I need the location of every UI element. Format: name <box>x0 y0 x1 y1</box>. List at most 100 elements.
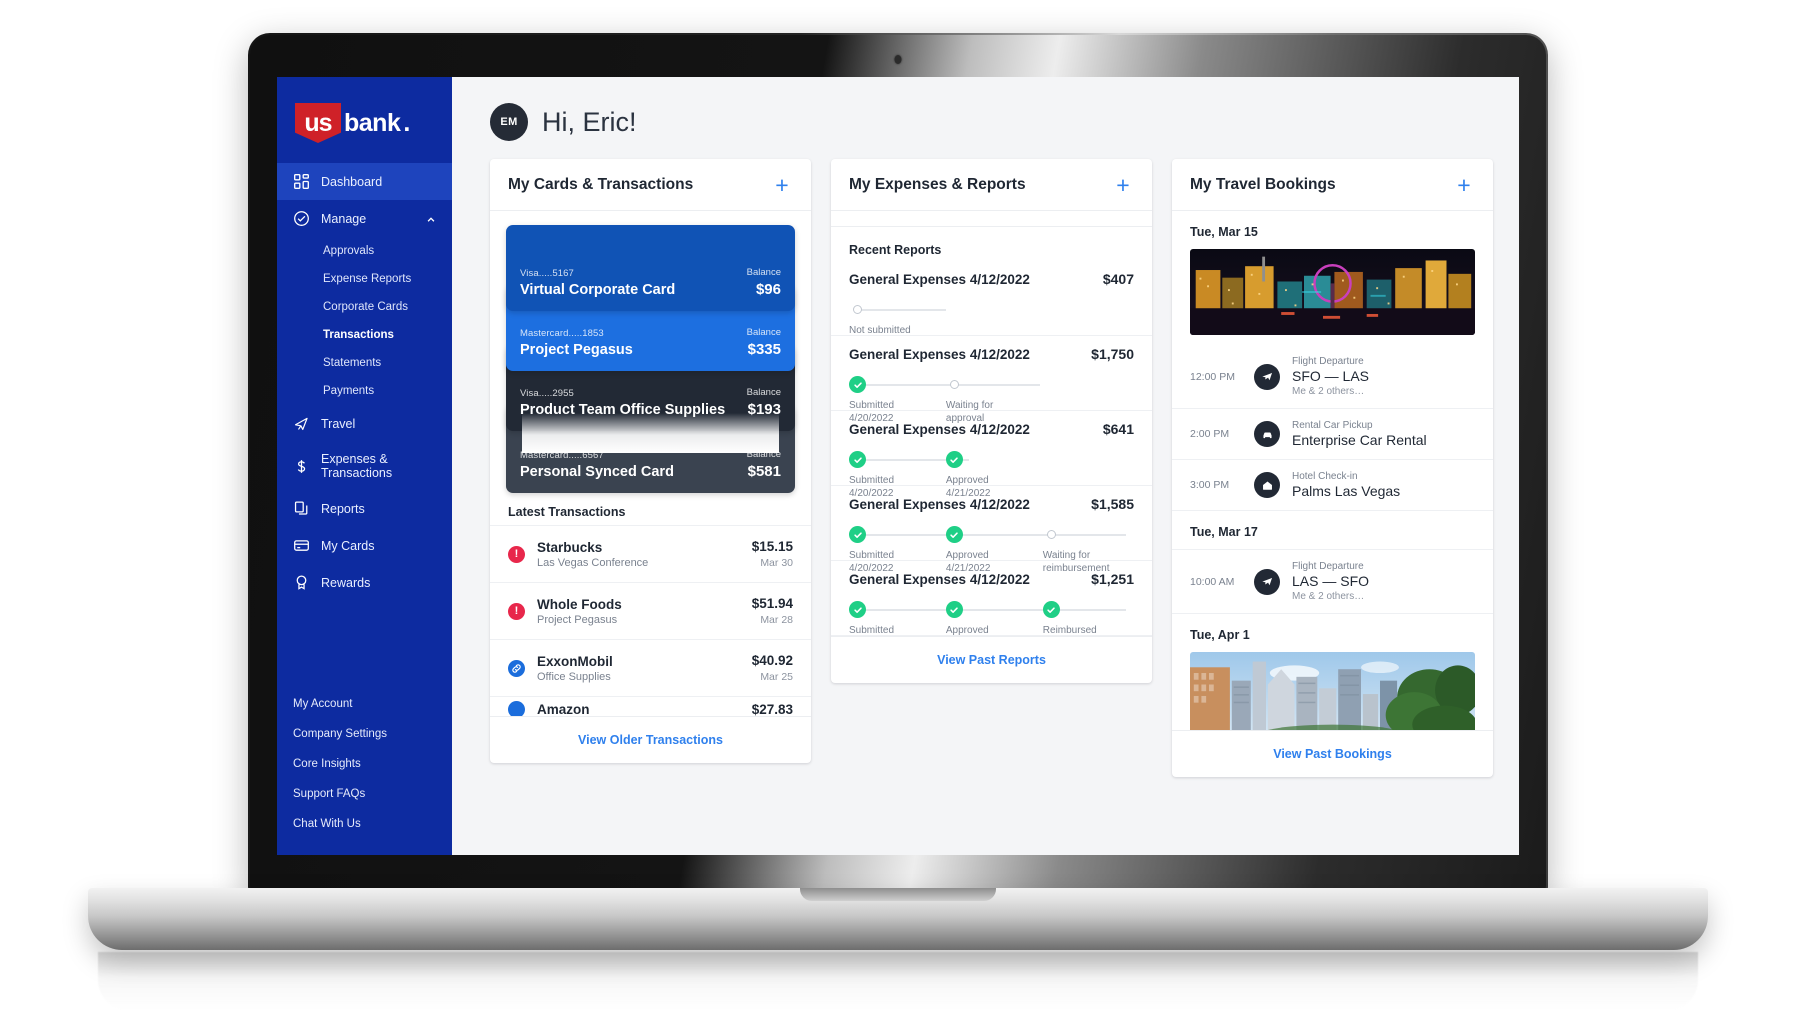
sidebar-item-support-faqs[interactable]: Support FAQs <box>277 779 452 809</box>
card-balance: $193 <box>747 401 781 418</box>
step-complete-icon <box>849 526 866 543</box>
card-balance-label: Balance <box>746 267 781 278</box>
sidebar-item-rewards[interactable]: Rewards <box>277 564 452 601</box>
sidebar-item-manage[interactable]: Manage <box>277 200 452 237</box>
card-issuer: Visa.....5167 <box>520 268 574 279</box>
sidebar-item-company-settings[interactable]: Company Settings <box>277 719 452 749</box>
sidebar-item-payments[interactable]: Payments <box>277 377 452 405</box>
card-name: Project Pegasus <box>520 342 633 358</box>
sidebar-item-expenses-transactions[interactable]: Expenses & Transactions <box>277 442 452 490</box>
step-date: 4/20/2022 <box>849 562 894 574</box>
travel-item[interactable]: 10:00 AM Flight Departure LAS — SFO Me &… <box>1172 549 1493 613</box>
sidebar-item-label: Rewards <box>321 575 371 590</box>
page-title: Hi, Eric! <box>542 106 637 137</box>
transaction-row[interactable]: ! Starbucks Las Vegas Conference $15.15 … <box>490 525 811 582</box>
brand-dot: . <box>403 108 411 137</box>
sidebar-item-label: My Cards <box>321 538 375 553</box>
sidebar-item-transactions[interactable]: Transactions <box>277 321 452 349</box>
recent-reports-label: Recent Reports <box>849 243 942 257</box>
report-amount: $1,750 <box>1091 346 1134 362</box>
travel-item-title: LAS — SFO <box>1292 573 1370 589</box>
sidebar-item-reports[interactable]: Reports <box>277 490 452 527</box>
card-name: Personal Synced Card <box>520 464 674 480</box>
step-date: 4/21/2022 <box>945 487 991 499</box>
sidebar-item-approvals[interactable]: Approvals <box>277 237 452 265</box>
main-content: EM Hi, Eric! My Cards & Transactions + V… <box>452 77 1519 855</box>
transaction-amount: $40.92 <box>751 653 793 668</box>
travel-item-time: 3:00 PM <box>1190 479 1230 491</box>
transaction-row[interactable]: ! Whole Foods Project Pegasus $51.94 Mar… <box>490 582 811 639</box>
latest-transactions-label: Latest Transactions <box>508 505 626 519</box>
travel-day-label: Tue, Mar 15 <box>1190 225 1258 239</box>
houston-skyline-day-photo <box>1190 652 1475 730</box>
brand-logo[interactable]: us bank . <box>277 91 452 163</box>
sidebar-item-label: Expenses & Transactions <box>321 452 393 480</box>
sidebar-item-expense-reports[interactable]: Expense Reports <box>277 265 452 293</box>
transaction-date: Mar 28 <box>760 614 793 626</box>
link-icon <box>508 701 525 716</box>
card-balance: $96 <box>755 281 781 298</box>
transaction-merchant: Starbucks <box>537 539 603 555</box>
plane-icon <box>1254 568 1280 595</box>
travel-item-time: 12:00 PM <box>1190 370 1235 383</box>
sidebar-item-statements[interactable]: Statements <box>277 349 452 377</box>
screen: us bank . Dashboard Manage Approvals Exp… <box>277 77 1519 855</box>
report-progress: Submitted 4/20/2022 Waiting for approval <box>849 376 1134 424</box>
travel-item[interactable]: 12:00 PM Flight Departure SFO — LAS Me &… <box>1172 345 1493 408</box>
step-complete-icon <box>945 526 963 543</box>
sidebar-item-corporate-cards[interactable]: Corporate Cards <box>277 293 452 321</box>
view-past-reports-link[interactable]: View Past Reports <box>937 653 1046 667</box>
plane-icon <box>1254 363 1280 390</box>
sidebar-item-chat-with-us[interactable]: Chat With Us <box>277 809 452 839</box>
reports-panel-body: Recent Reports General Expenses 4/12/202… <box>831 211 1152 636</box>
view-older-transactions-link[interactable]: View Older Transactions <box>578 733 723 747</box>
report-name: General Expenses 4/12/2022 <box>849 272 1030 287</box>
add-booking-button[interactable]: + <box>1453 174 1475 197</box>
add-card-button[interactable]: + <box>771 174 793 197</box>
step-label: Submitted <box>849 400 895 411</box>
report-name: General Expenses 4/12/2022 <box>849 347 1030 362</box>
transaction-merchant: Whole Foods <box>537 596 622 612</box>
bank-card[interactable]: Visa.....5167 Virtual Corporate Card Bal… <box>506 225 795 311</box>
transaction-date: Mar 30 <box>760 557 793 569</box>
card-stack-wrap: Visa.....5167 Virtual Corporate Card Bal… <box>490 211 811 493</box>
alert-icon: ! <box>508 602 525 620</box>
grid-icon <box>293 173 310 190</box>
report-progress: Submitted 4/20/2022 <box>849 526 1134 574</box>
sidebar-item-my-cards[interactable]: My Cards <box>277 527 452 564</box>
transaction-merchant: Amazon <box>537 702 590 716</box>
travel-panel-title: My Travel Bookings <box>1190 176 1336 193</box>
cards-panel-footer: View Older Transactions <box>490 716 811 763</box>
dollar-icon <box>293 458 310 475</box>
chevron-up-icon <box>426 214 436 224</box>
laptop-bezel: us bank . Dashboard Manage Approvals Exp… <box>250 35 1546 891</box>
transaction-row[interactable]: ExxonMobil Office Supplies $40.92 Mar 25 <box>490 639 811 696</box>
travel-item[interactable]: 3:00 PM Hotel Check-in Palms Las Vegas <box>1172 459 1493 510</box>
view-past-bookings-link[interactable]: View Past Bookings <box>1273 747 1392 761</box>
avatar[interactable]: EM <box>490 103 528 141</box>
report-row[interactable]: General Expenses 4/12/2022 $407 Not subm… <box>831 261 1152 336</box>
app-root: us bank . Dashboard Manage Approvals Exp… <box>277 77 1519 855</box>
report-progress: Submitted 4/20/2022 <box>849 601 1134 636</box>
laptop-reflection <box>98 952 1698 1010</box>
add-report-button[interactable]: + <box>1112 174 1134 197</box>
card-stack: Visa.....5167 Virtual Corporate Card Bal… <box>506 225 795 493</box>
dashboard-columns: My Cards & Transactions + Visa.....5167 … <box>452 159 1519 855</box>
reports-top-divider <box>831 211 1152 227</box>
report-amount: $407 <box>1102 271 1134 287</box>
report-progress: Not submitted <box>849 301 1134 336</box>
laptop-lid: us bank . Dashboard Manage Approvals Exp… <box>248 33 1548 893</box>
award-icon <box>293 574 310 591</box>
transaction-row[interactable]: Amazon $27.83 <box>490 696 811 716</box>
sidebar-item-core-insights[interactable]: Core Insights <box>277 749 452 779</box>
travel-item[interactable]: 2:00 PM Rental Car Pickup Enterprise Car… <box>1172 408 1493 459</box>
laptop-base <box>88 888 1708 950</box>
sidebar-item-my-account[interactable]: My Account <box>277 689 452 719</box>
sidebar-item-dashboard[interactable]: Dashboard <box>277 163 452 200</box>
sidebar-item-travel[interactable]: Travel <box>277 405 452 442</box>
travel-panel-header: My Travel Bookings + <box>1172 159 1493 211</box>
card-issuer: Visa.....2955 <box>520 388 574 399</box>
report-row[interactable]: General Expenses 4/12/2022 $1,750 Submit… <box>831 336 1152 424</box>
step-date: 4/20/2022 <box>849 487 894 499</box>
webcam-icon <box>894 55 902 64</box>
